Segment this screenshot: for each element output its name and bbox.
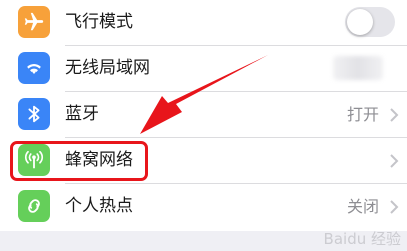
settings-row-personal-hotspot[interactable]: 个人热点 关闭 bbox=[0, 184, 407, 229]
highlight-box-annotation bbox=[10, 141, 148, 181]
watermark: Baidu 经验 bbox=[323, 230, 401, 248]
wifi-network-name-blurred bbox=[333, 56, 383, 80]
hotspot-status-value: 关闭 bbox=[346, 197, 379, 216]
bluetooth-icon bbox=[18, 98, 50, 130]
bluetooth-status-value: 打开 bbox=[346, 105, 379, 124]
settings-row-wifi[interactable]: 无线局域网 bbox=[0, 46, 407, 91]
settings-screen: 飞行模式 无线局域网 蓝牙 打开 蜂窝网络 个人热点 关闭 Baidu 经验 bbox=[0, 0, 407, 251]
chevron-right-icon bbox=[390, 200, 399, 214]
chevron-right-icon bbox=[390, 154, 399, 168]
settings-row-label: 无线局域网 bbox=[65, 58, 150, 78]
airplane-mode-toggle[interactable] bbox=[345, 7, 395, 37]
wifi-icon bbox=[18, 52, 50, 84]
settings-row-bluetooth[interactable]: 蓝牙 打开 bbox=[0, 92, 407, 137]
settings-row-label: 个人热点 bbox=[65, 196, 133, 216]
airplane-icon bbox=[18, 6, 50, 38]
settings-row-label: 飞行模式 bbox=[65, 12, 133, 32]
toggle-knob bbox=[347, 9, 373, 35]
personal-hotspot-icon bbox=[18, 190, 50, 222]
settings-row-label: 蓝牙 bbox=[65, 104, 99, 124]
chevron-right-icon bbox=[390, 108, 399, 122]
settings-row-airplane-mode[interactable]: 飞行模式 bbox=[0, 0, 407, 45]
